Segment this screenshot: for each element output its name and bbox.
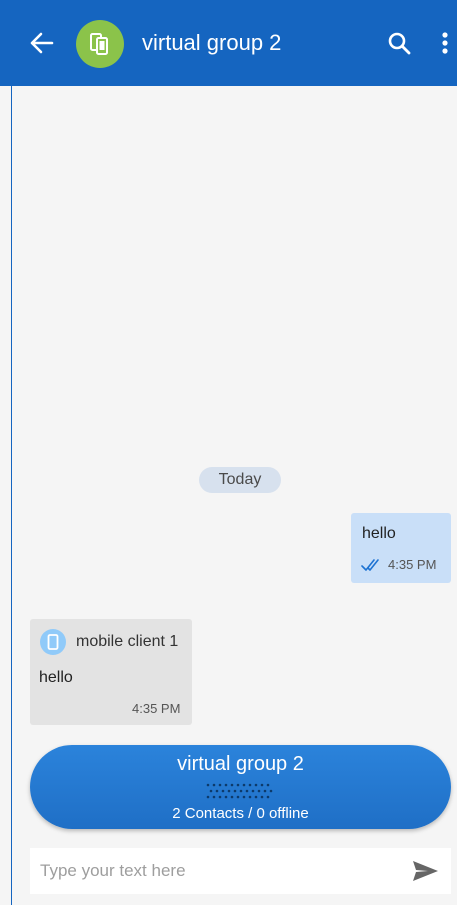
mobile-icon [47,634,59,650]
message-time: 4:35 PM [388,557,437,572]
message-input[interactable] [30,848,400,894]
banner-title: virtual group 2 [177,753,304,775]
sender-avatar[interactable] [40,629,66,655]
back-button[interactable] [28,28,62,58]
outgoing-message[interactable]: hello 4:35 PM [351,513,451,583]
more-options-button[interactable] [432,26,456,60]
send-icon [413,861,438,881]
search-icon [388,32,411,55]
message-composer [30,848,451,894]
mobile-devices-icon [90,33,108,55]
message-text: hello [362,525,396,542]
message-text: hello [39,669,73,686]
app-bar: virtual group 2 [0,0,457,86]
group-avatar[interactable] [76,20,124,68]
date-separator: Today [199,467,281,493]
drag-handle-icon[interactable] [204,781,278,801]
banner-subtitle: 2 Contacts / 0 offline [172,805,309,822]
arrow-left-icon [30,32,54,54]
message-time: 4:35 PM [132,701,181,716]
search-button[interactable] [384,28,416,60]
group-info-banner[interactable]: virtual group 2 2 Contacts / 0 offline [30,745,451,829]
send-button[interactable] [412,859,440,883]
double-check-icon [361,559,379,571]
left-border [11,72,12,905]
chat-screen: virtual group 2 Today hello 4:35 PM mobi… [0,0,457,905]
more-vert-icon [442,32,448,54]
chat-title[interactable]: virtual group 2 [142,28,281,58]
sender-name: mobile client 1 [76,633,179,650]
incoming-message[interactable]: mobile client 1 hello 4:35 PM [30,619,192,725]
